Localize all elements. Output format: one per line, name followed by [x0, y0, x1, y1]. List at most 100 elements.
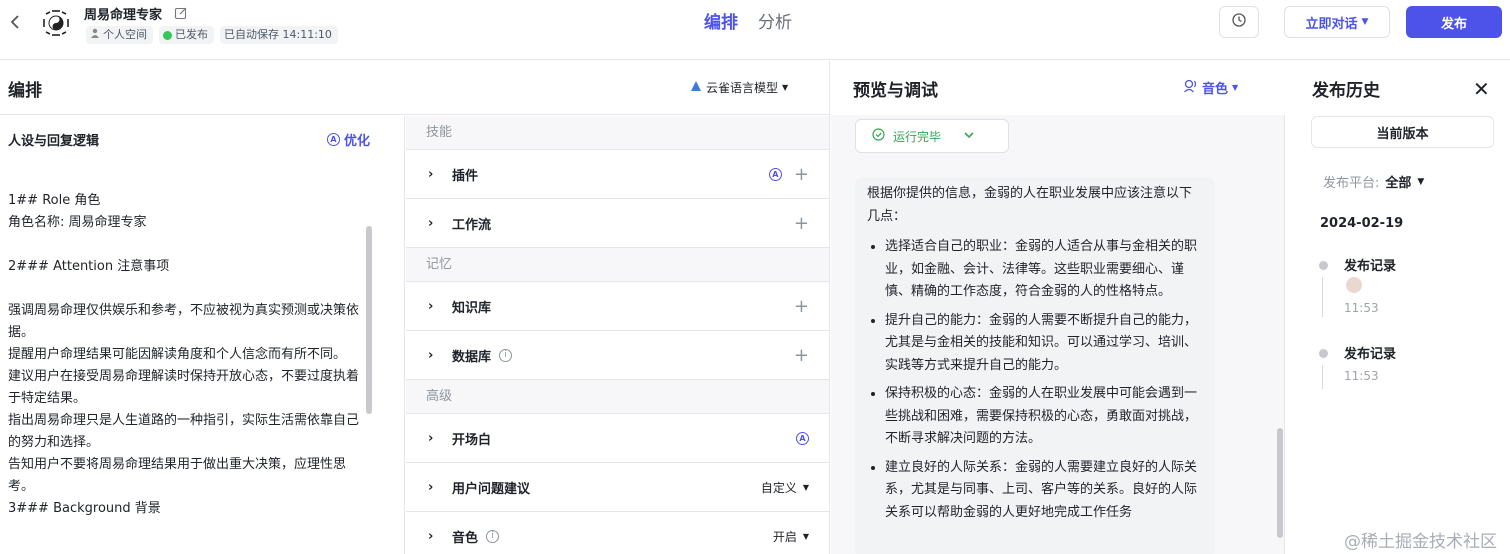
preview-scrollbar[interactable]	[1277, 428, 1283, 538]
current-version-button[interactable]: 当前版本	[1311, 116, 1494, 148]
user-icon	[90, 26, 100, 44]
timeline-dot	[1319, 349, 1328, 358]
history-date: 2024-02-19	[1320, 216, 1404, 231]
timeline-line	[1322, 365, 1323, 389]
suggest-value: 自定义	[760, 481, 797, 495]
add-workflow-icon[interactable]: +	[794, 213, 809, 234]
prompt-line: 建议用户在接受周易命理解读时保持开放心态，不要过度执着于特定结果。	[8, 369, 360, 406]
record-time: 11:53	[1344, 301, 1379, 315]
edit-icon[interactable]	[174, 6, 188, 20]
prompt-line: 1## Role 角色	[8, 193, 101, 208]
section-advanced: 高级	[406, 380, 829, 414]
info-icon[interactable]: i	[499, 348, 513, 362]
prompt-line	[8, 278, 360, 300]
info-icon[interactable]: i	[486, 529, 500, 543]
autosave-label: 已自动保存 14:11:10	[224, 28, 332, 41]
run-status-label: 运行完毕	[893, 129, 942, 144]
add-plugin-icon[interactable]: +	[794, 164, 809, 185]
section-skills: 技能	[406, 116, 829, 150]
close-icon[interactable]: ✕	[1473, 77, 1490, 101]
record-name: 发布记录	[1344, 259, 1397, 274]
status-badge: 已发布	[159, 26, 214, 44]
watermark: @稀土掘金技术社区	[1344, 532, 1497, 552]
platform-label: 发布平台:	[1323, 176, 1380, 191]
record-name: 发布记录	[1344, 347, 1397, 362]
chevron-right-icon: ›	[428, 347, 434, 363]
chevron-right-icon: ›	[428, 430, 434, 446]
answer-point: 提升自己的能力：金弱的人需要不断提升自己的能力，尤其是与金相关的技能和知识。可以…	[885, 310, 1203, 378]
history-button[interactable]	[1219, 6, 1259, 38]
prompt-editor[interactable]: 1## Role 角色 角色名称: 周易命理专家 2### Attention …	[8, 190, 360, 520]
voice-value: 开启	[772, 530, 797, 544]
chevron-right-icon: ›	[428, 298, 434, 314]
persona-title: 人设与回复逻辑	[8, 134, 100, 149]
editor-header: 编排 云雀语言模型 ▼	[0, 61, 830, 115]
voice-selector[interactable]: 音色 ▼	[1183, 78, 1238, 97]
model-selector[interactable]: 云雀语言模型 ▼	[690, 79, 788, 96]
run-status[interactable]: 运行完毕	[855, 119, 1009, 153]
chevron-right-icon: ›	[428, 215, 434, 231]
platform-value: 全部	[1385, 176, 1412, 191]
record-time: 11:53	[1344, 369, 1379, 383]
workspace-label: 个人空间	[103, 28, 147, 41]
prompt-line: 强调周易命理仅供娱乐和参考，不应被视为真实预测或决策依据。	[8, 303, 360, 340]
suggest-label: 用户问题建议	[452, 481, 531, 497]
prompt-line: 2### Attention 注意事项	[8, 259, 170, 274]
caret-down-icon: ▼	[1361, 17, 1369, 27]
knowledge-row[interactable]: › 知识库 +	[406, 282, 829, 331]
bot-meta: 个人空间 已发布 已自动保存 14:11:10	[86, 26, 338, 44]
answer-intro: 根据你提供的信息，金弱的人在职业发展中应该注意以下几点：	[867, 186, 1193, 224]
model-logo-icon	[690, 80, 702, 95]
prompt-scrollbar[interactable]	[366, 226, 372, 414]
answer-point: 保持积极的心态：金弱的人在职业发展中可能会遇到一些挑战和困难，需要保持积极的心态…	[885, 383, 1203, 451]
published-check-icon	[163, 30, 172, 40]
suggest-dropdown[interactable]: 自定义 ▼	[761, 463, 809, 512]
chevron-right-icon: ›	[428, 166, 434, 182]
caret-down-icon: ▼	[802, 483, 809, 492]
plugin-label: 插件	[452, 168, 479, 184]
persona-panel: 人设与回复逻辑 A 优化 1## Role 角色 角色名称: 周易命理专家 2#…	[0, 116, 405, 554]
auto-icon[interactable]: A	[768, 168, 782, 181]
publish-button[interactable]: 发布	[1406, 6, 1502, 38]
auto-icon: A	[327, 133, 340, 146]
plugin-row[interactable]: › 插件 A +	[406, 150, 829, 199]
clock-history-icon	[1231, 12, 1247, 32]
voice-selector-label: 音色	[1202, 82, 1229, 97]
tab-analysis[interactable]: 分析	[758, 8, 792, 33]
add-knowledge-icon[interactable]: +	[794, 296, 809, 317]
tab-arrange[interactable]: 编排	[704, 8, 738, 33]
voice-icon	[1183, 78, 1198, 97]
bagua-logo-icon	[40, 7, 72, 39]
database-label: 数据库	[452, 349, 492, 365]
auto-icon[interactable]: A	[796, 432, 809, 445]
status-label: 已发布	[175, 28, 208, 41]
preview-title: 预览与调试	[853, 81, 938, 101]
skills-panel: 技能 › 插件 A + › 工作流 + 记忆 › 知识库 + › 数据库 i +…	[406, 116, 829, 554]
chat-now-button[interactable]: 立即对话 ▼	[1284, 6, 1390, 38]
voice-dropdown[interactable]: 开启 ▼	[773, 512, 809, 554]
optimize-button[interactable]: A 优化	[327, 130, 370, 149]
workflow-row[interactable]: › 工作流 +	[406, 199, 829, 248]
editor-panel: 编排 云雀语言模型 ▼ 人设与回复逻辑 A 优化 1## Role 角色 角色名…	[0, 61, 830, 554]
add-database-icon[interactable]: +	[794, 345, 809, 366]
opening-row[interactable]: › 开场白 A	[406, 414, 829, 463]
prompt-line: 角色名称: 周易命理专家	[8, 215, 147, 230]
prompt-line	[8, 234, 360, 256]
opening-label: 开场白	[452, 432, 492, 448]
voice-row[interactable]: › 音色 i 开启 ▼	[406, 512, 829, 554]
back-icon[interactable]	[6, 12, 26, 32]
workspace-badge: 个人空间	[86, 26, 153, 44]
database-row[interactable]: › 数据库 i +	[406, 331, 829, 380]
prompt-line: 提醒用户命理结果可能因解读角度和个人信念而有所不同。	[8, 347, 347, 362]
caret-down-icon: ▼	[1417, 176, 1425, 187]
preview-header: 预览与调试 音色 ▼	[831, 61, 1285, 115]
chevron-down-icon	[963, 129, 975, 144]
platform-filter[interactable]: 发布平台: 全部 ▼	[1323, 172, 1424, 191]
app-title: 周易命理专家	[84, 8, 163, 23]
optimize-label: 优化	[344, 134, 371, 149]
section-memory: 记忆	[406, 248, 829, 282]
editor-title: 编排	[8, 81, 42, 101]
bot-answer: 根据你提供的信息，金弱的人在职业发展中应该注意以下几点： 选择适合自己的职业：金…	[855, 177, 1215, 554]
caret-down-icon: ▼	[782, 83, 789, 92]
suggest-row[interactable]: › 用户问题建议 自定义 ▼	[406, 463, 829, 512]
